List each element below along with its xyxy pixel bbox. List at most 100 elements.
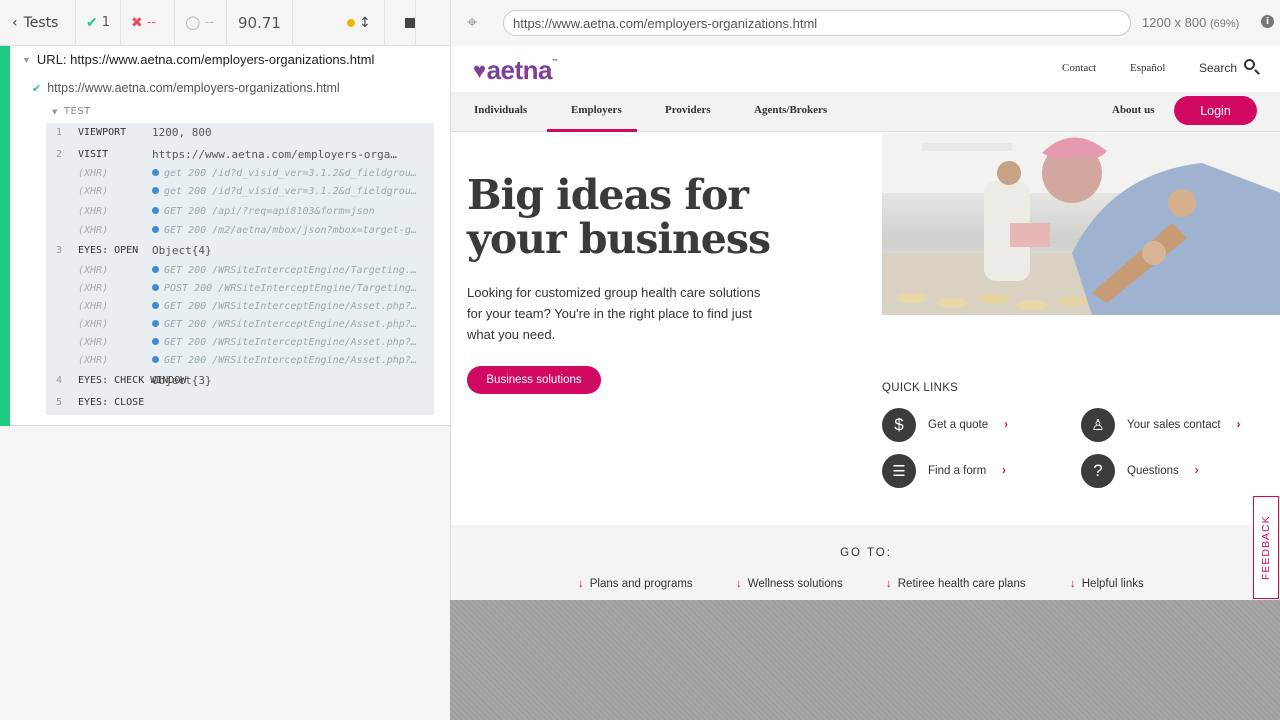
espanol-link[interactable]: Español bbox=[1130, 62, 1165, 74]
question-icon: ? bbox=[1081, 454, 1115, 488]
test-section-toggle[interactable]: ▼ TEST bbox=[52, 106, 91, 117]
command-row[interactable]: (XHR) GET 200 /WRSiteInterceptEngine/Asse… bbox=[46, 315, 434, 333]
command-name: EYES: CHECK WINDOW bbox=[78, 374, 187, 386]
goto-plans-programs[interactable]: ↓ Plans and programs bbox=[578, 578, 693, 590]
xhr-status-dot-icon bbox=[152, 226, 159, 233]
chevron-right-icon: › bbox=[1236, 419, 1241, 431]
duration: 90.71 bbox=[227, 0, 293, 46]
command-row[interactable]: (XHR) get 200 /id?d_visid_ver=3.1.2&d_fie… bbox=[46, 164, 434, 182]
command-name: (XHR) bbox=[78, 300, 109, 312]
viewport-info[interactable]: 1200 x 800 (69%) bbox=[1142, 15, 1239, 30]
xhr-status-dot-icon bbox=[152, 320, 159, 327]
command-row[interactable]: 4 EYES: CHECK WINDOW Object{3} bbox=[46, 371, 434, 389]
hero-photo bbox=[882, 133, 1280, 315]
aetna-logo[interactable]: ♥ aetna ™ bbox=[473, 55, 558, 86]
goto-wellness-solutions[interactable]: ↓ Wellness solutions bbox=[736, 578, 843, 590]
stop-button[interactable] bbox=[385, 0, 416, 46]
heart-icon: ♥ bbox=[473, 57, 486, 83]
arrow-down-icon: ↓ bbox=[578, 578, 584, 590]
search-link[interactable]: Search bbox=[1199, 61, 1237, 75]
command-row[interactable]: (XHR) GET 200 /WRSiteInterceptEngine/Targ… bbox=[46, 261, 434, 279]
command-row[interactable]: (XHR) get 200 /id?d_visid_ver=3.1.2&d_fie… bbox=[46, 182, 434, 200]
feedback-tab[interactable]: FEEDBACK bbox=[1253, 496, 1279, 599]
quick-link-questions[interactable]: ? Questions › bbox=[1081, 454, 1199, 488]
goto-retiree-plans[interactable]: ↓ Retiree health care plans bbox=[886, 578, 1026, 590]
selector-playground-icon[interactable]: ⌖ bbox=[467, 12, 477, 33]
nav-about-us[interactable]: About us bbox=[1112, 104, 1155, 116]
command-row[interactable]: 1 VIEWPORT 1200, 800 bbox=[46, 123, 434, 141]
command-name: (XHR) bbox=[78, 224, 109, 236]
circle-icon: ○ bbox=[185, 12, 201, 33]
command-message: GET 200 /WRSiteInterceptEngine/Asset.php… bbox=[152, 319, 434, 330]
baker-photo-illustration bbox=[882, 133, 1280, 315]
quick-link-get-quote[interactable]: $ Get a quote › bbox=[882, 408, 1008, 442]
quick-link-sales-contact[interactable]: ♙ Your sales contact › bbox=[1081, 408, 1240, 442]
check-icon: ✔ bbox=[86, 14, 98, 31]
command-number: 3 bbox=[55, 244, 62, 256]
check-icon: ✔ bbox=[32, 82, 42, 95]
goto-helpful-links[interactable]: ↓ Helpful links bbox=[1070, 578, 1144, 590]
suite-title[interactable]: ▼ URL: https://www.aetna.com/employers-o… bbox=[22, 52, 374, 67]
command-row[interactable]: (XHR) GET 200 /api/?req=api8103&form=json bbox=[46, 202, 434, 220]
xhr-status-dot-icon bbox=[152, 284, 159, 291]
nav-providers[interactable]: Providers bbox=[665, 104, 711, 116]
command-message: https://www.aetna.com/employers-orga… bbox=[152, 147, 398, 161]
search-icon[interactable] bbox=[1244, 59, 1255, 70]
arrow-down-icon: ↓ bbox=[886, 578, 892, 590]
command-row[interactable]: (XHR) POST 200 /WRSiteInterceptEngine/Tar… bbox=[46, 279, 434, 297]
xhr-status-dot-icon bbox=[152, 266, 159, 273]
command-row[interactable]: (XHR) GET 200 /m2/aetna/mbox/json?mbox=ta… bbox=[46, 221, 434, 239]
quick-link-find-form[interactable]: ☰ Find a form › bbox=[882, 454, 1006, 488]
xhr-status-dot-icon bbox=[152, 207, 159, 214]
tests-label: Tests bbox=[23, 14, 59, 31]
command-row[interactable]: 3 EYES: OPEN Object{4} bbox=[46, 241, 434, 259]
pending-count: ○ -- bbox=[175, 0, 227, 46]
command-row[interactable]: 2 VISIT https://www.aetna.com/employers-or… bbox=[46, 145, 434, 163]
command-name: (XHR) bbox=[78, 336, 109, 348]
command-message: Object{3} bbox=[152, 373, 212, 387]
auto-scroll-toggle[interactable]: ↕ bbox=[293, 0, 385, 46]
nav-employers[interactable]: Employers bbox=[571, 104, 622, 116]
xhr-status-dot-icon bbox=[152, 356, 159, 363]
command-message: GET 200 /m2/aetna/mbox/json?mbox=target-… bbox=[152, 225, 434, 236]
xhr-status-dot-icon bbox=[152, 302, 159, 309]
command-list: 1 VIEWPORT 1200, 800 2 VISIT https://www.aetn… bbox=[46, 123, 434, 415]
document-icon: ☰ bbox=[882, 454, 916, 488]
chevron-right-icon: › bbox=[1002, 465, 1007, 477]
scroll-arrows-icon: ↕ bbox=[359, 14, 371, 31]
status-dot-icon bbox=[347, 18, 355, 27]
xhr-status-dot-icon bbox=[152, 338, 159, 345]
command-row[interactable]: 5 EYES: CLOSE bbox=[46, 393, 434, 411]
command-name: (XHR) bbox=[78, 318, 109, 330]
command-message: GET 200 /api/?req=api8103&form=json bbox=[152, 206, 434, 217]
command-number: 5 bbox=[55, 396, 62, 408]
aut-url-field[interactable]: https://www.aetna.com/employers-organiza… bbox=[503, 10, 1131, 36]
chevron-right-icon: › bbox=[1194, 465, 1199, 477]
contact-link[interactable]: Contact bbox=[1062, 62, 1096, 74]
command-message: get 200 /id?d_visid_ver=3.1.2&d_fieldgro… bbox=[152, 168, 434, 179]
command-row[interactable]: (XHR) GET 200 /WRSiteInterceptEngine/Asse… bbox=[46, 333, 434, 351]
hero-title: Big ideas for your business bbox=[467, 171, 771, 263]
goto-section: GO TO: ↓ Plans and programs ↓ Wellness sol… bbox=[451, 525, 1280, 600]
login-button[interactable]: Login bbox=[1174, 96, 1257, 125]
command-message: GET 200 /WRSiteInterceptEngine/Asset.php… bbox=[152, 337, 434, 348]
command-message: GET 200 /WRSiteInterceptEngine/Targeting… bbox=[152, 265, 434, 276]
command-name: (XHR) bbox=[78, 205, 109, 217]
command-number: 4 bbox=[55, 374, 62, 386]
failed-count: ✖ -- bbox=[121, 0, 175, 46]
tests-back-button[interactable]: ‹ Tests bbox=[0, 0, 76, 46]
business-solutions-button[interactable]: Business solutions bbox=[467, 366, 601, 394]
command-row[interactable]: (XHR) GET 200 /WRSiteInterceptEngine/Asse… bbox=[46, 297, 434, 315]
test-title[interactable]: ✔ https://www.aetna.com/employers-organi… bbox=[32, 81, 340, 95]
command-message: 1200, 800 bbox=[152, 125, 212, 139]
command-number: 1 bbox=[55, 126, 62, 138]
command-name: VISIT bbox=[78, 148, 109, 160]
info-icon[interactable]: i bbox=[1261, 15, 1274, 28]
command-number: 2 bbox=[55, 148, 62, 160]
primary-nav: Individuals Employers Providers Agents/B… bbox=[451, 92, 1280, 132]
command-name: EYES: CLOSE bbox=[78, 396, 145, 408]
pass-status-bar bbox=[0, 46, 10, 426]
command-row[interactable]: (XHR) GET 200 /WRSiteInterceptEngine/Asse… bbox=[46, 351, 434, 369]
nav-agents-brokers[interactable]: Agents/Brokers bbox=[754, 104, 827, 116]
nav-individuals[interactable]: Individuals bbox=[474, 104, 527, 116]
